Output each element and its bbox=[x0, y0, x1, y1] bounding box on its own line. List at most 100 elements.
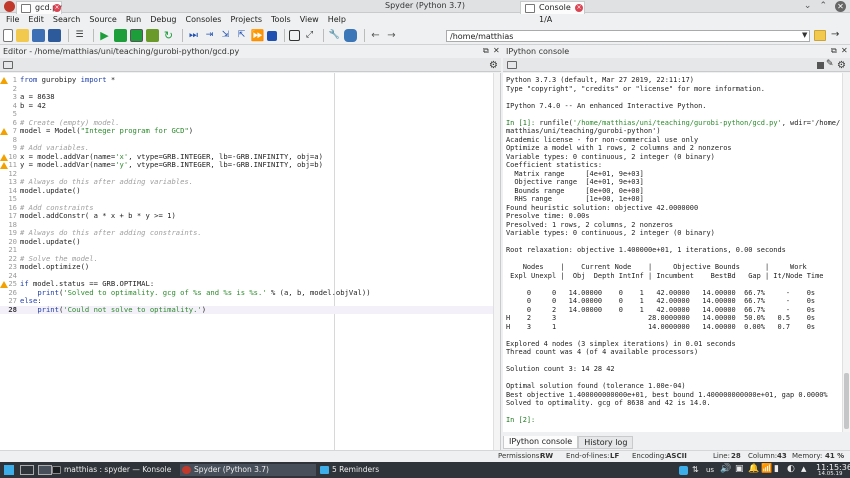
menu-tools[interactable]: Tools bbox=[267, 13, 296, 27]
editor-tab-bar bbox=[0, 58, 501, 72]
tab-ipython-console[interactable]: IPython console bbox=[503, 436, 579, 449]
menu-source[interactable]: Source bbox=[85, 13, 121, 27]
reminders-icon bbox=[320, 466, 329, 474]
console-pane-title: IPython console bbox=[506, 47, 570, 56]
preferences-wrench-icon[interactable]: 🔧 bbox=[328, 29, 341, 42]
ipython-console[interactable]: Python 3.7.3 (default, Mar 27 2019, 22:1… bbox=[503, 73, 842, 432]
taskbar-spyder[interactable]: Spyder (Python 3.7) bbox=[180, 464, 316, 476]
python-path-icon[interactable] bbox=[344, 29, 357, 42]
code-line[interactable]: 17 model.addConstr( a * x + b * y >= 1) bbox=[0, 211, 335, 221]
editor-options-gear-icon[interactable]: ⚙ bbox=[489, 60, 498, 71]
skype-icon[interactable] bbox=[679, 466, 688, 475]
menu-view[interactable]: View bbox=[296, 13, 324, 27]
forward-arrow-icon[interactable]: → bbox=[385, 29, 398, 42]
debug-stop-icon[interactable] bbox=[267, 30, 277, 41]
battery-icon[interactable]: ▮ bbox=[774, 464, 779, 474]
browse-tabs-icon[interactable] bbox=[3, 61, 13, 69]
menu-projects[interactable]: Projects bbox=[226, 13, 267, 27]
console-tab-1a[interactable]: Console 1/A × bbox=[520, 1, 585, 24]
editor-tab-gcd[interactable]: gcd.py × bbox=[16, 1, 62, 14]
debug-step-icon[interactable]: ⇥ bbox=[203, 29, 216, 42]
debug-icon[interactable]: ⏭ bbox=[187, 29, 200, 42]
tab-history-log[interactable]: History log bbox=[578, 436, 634, 449]
run-file-icon[interactable]: ▶ bbox=[98, 29, 111, 42]
console-scrollbar[interactable] bbox=[842, 73, 850, 432]
code-line[interactable]: 28 print('Could not solve to optimality.… bbox=[0, 305, 500, 314]
browse-console-tabs-icon[interactable] bbox=[507, 61, 517, 69]
clock-date[interactable]: 14.05.19 bbox=[818, 471, 843, 477]
run-cell-advance-icon[interactable] bbox=[130, 29, 143, 42]
volume-icon[interactable]: 🔊 bbox=[720, 464, 731, 474]
debug-step-into-icon[interactable]: ⇲ bbox=[219, 29, 232, 42]
wifi-icon[interactable]: 📶 bbox=[761, 464, 772, 474]
menu-edit[interactable]: Edit bbox=[24, 13, 49, 27]
console-options-gear-icon[interactable]: ⚙ bbox=[837, 60, 846, 71]
taskbar-reminders[interactable]: 5 Reminders bbox=[318, 464, 418, 476]
app-launcher-icon[interactable] bbox=[4, 465, 14, 475]
code-line[interactable]: 3a = 8638 bbox=[0, 92, 335, 102]
back-arrow-icon[interactable]: ← bbox=[369, 29, 382, 42]
close-console-pane-icon[interactable]: ✕ bbox=[841, 46, 848, 55]
close-window-icon[interactable]: ✕ bbox=[835, 1, 846, 12]
working-directory-field[interactable]: /home/matthias bbox=[446, 30, 810, 42]
code-line[interactable]: 11 y = model.addVar(name='y', vtype=GRB.I… bbox=[0, 160, 335, 170]
menu-search[interactable]: Search bbox=[49, 13, 85, 27]
run-selection-icon[interactable] bbox=[146, 29, 159, 42]
code-line[interactable]: 7 model = Model("Integer program for GCD"… bbox=[0, 126, 335, 136]
code-line[interactable]: 20 model.update() bbox=[0, 237, 335, 247]
new-file-icon[interactable] bbox=[3, 29, 13, 42]
chevron-down-icon[interactable]: ▼ bbox=[802, 31, 807, 39]
parent-directory-arrow-icon[interactable]: → bbox=[831, 29, 839, 40]
display-icon[interactable]: ◐ bbox=[787, 464, 795, 474]
browse-folder-icon[interactable] bbox=[814, 30, 826, 41]
spyder-icon bbox=[182, 466, 191, 474]
open-folder-icon[interactable] bbox=[16, 29, 29, 42]
console-line: Found heuristic solution: objective 42.0… bbox=[506, 203, 699, 212]
save-all-icon[interactable] bbox=[48, 29, 61, 42]
console-line: Solved to optimality. gcg of 8638 and 42… bbox=[506, 399, 711, 407]
save-icon[interactable] bbox=[32, 29, 45, 42]
pager-icon[interactable] bbox=[20, 465, 34, 475]
notifications-icon[interactable]: 🔔 bbox=[748, 464, 759, 474]
rerun-icon[interactable]: ↻ bbox=[162, 29, 175, 42]
run-cell-icon[interactable] bbox=[114, 29, 127, 42]
console-line: Variable types: 0 continuous, 2 integer … bbox=[506, 229, 715, 237]
fullscreen-icon[interactable]: ⤢ bbox=[303, 29, 316, 42]
menu-debug[interactable]: Debug bbox=[146, 13, 181, 27]
outline-list-icon[interactable]: ☰ bbox=[73, 29, 86, 42]
debug-step-return-icon[interactable]: ⇱ bbox=[235, 29, 248, 42]
debug-continue-icon[interactable]: ⏩ bbox=[251, 29, 265, 42]
code-text: model.addConstr( a * x + b * y >= 1) bbox=[20, 211, 176, 220]
undock-pane-icon[interactable]: ⧉ bbox=[483, 46, 489, 56]
code-editor[interactable]: 1 from gurobipy import * 2 3 a = 8638 4 b = 42… bbox=[0, 73, 501, 450]
menu-file[interactable]: File bbox=[2, 13, 24, 27]
maximize-pane-icon[interactable] bbox=[289, 30, 300, 41]
code-line[interactable]: 1 from gurobipy import * bbox=[0, 75, 335, 85]
menu-run[interactable]: Run bbox=[122, 13, 146, 27]
menu-consoles[interactable]: Consoles bbox=[182, 13, 227, 27]
tray-expand-icon[interactable]: ▲ bbox=[801, 465, 806, 473]
interrupt-kernel-icon[interactable] bbox=[817, 62, 824, 69]
close-pane-icon[interactable]: ✕ bbox=[493, 46, 500, 55]
console-line: Best objective 1.400000000000e+01, best … bbox=[506, 390, 828, 399]
minimize-icon[interactable]: ⌄ bbox=[804, 1, 812, 12]
taskbar-konsole[interactable]: matthias : spyder — Konsole bbox=[50, 464, 178, 476]
close-console-tab-icon[interactable]: × bbox=[575, 4, 583, 12]
clipboard-icon[interactable]: ▣ bbox=[735, 464, 744, 474]
code-line[interactable]: 23 model.optimize() bbox=[0, 262, 335, 272]
editor-scrollbar[interactable] bbox=[493, 73, 500, 450]
console-scrollbar-thumb[interactable] bbox=[844, 373, 849, 429]
code-line[interactable]: 26 print('Solved to optimality. gcg of %… bbox=[0, 288, 370, 298]
maximize-icon[interactable]: ⌃ bbox=[819, 1, 827, 12]
window-titlebar: Spyder (Python 3.7) ⌄ ⌃ ✕ bbox=[0, 0, 850, 13]
code-line[interactable]: 14 model.update() bbox=[0, 186, 335, 196]
console-line: H 3 1 14.0000000 14.00000 0.00% 0.7 0s bbox=[506, 322, 816, 331]
console-line: Matrix range [4e+01, 9e+03] bbox=[506, 169, 644, 178]
edit-console-icon[interactable]: ✎ bbox=[826, 59, 834, 69]
close-tab-icon[interactable]: × bbox=[53, 4, 61, 12]
code-line[interactable]: 4b = 42 bbox=[0, 101, 335, 111]
network-icon[interactable]: ⇅ bbox=[692, 465, 699, 474]
undock-console-icon[interactable]: ⧉ bbox=[831, 46, 837, 56]
menu-help[interactable]: Help bbox=[324, 13, 351, 27]
keyboard-layout[interactable]: us bbox=[706, 466, 714, 474]
